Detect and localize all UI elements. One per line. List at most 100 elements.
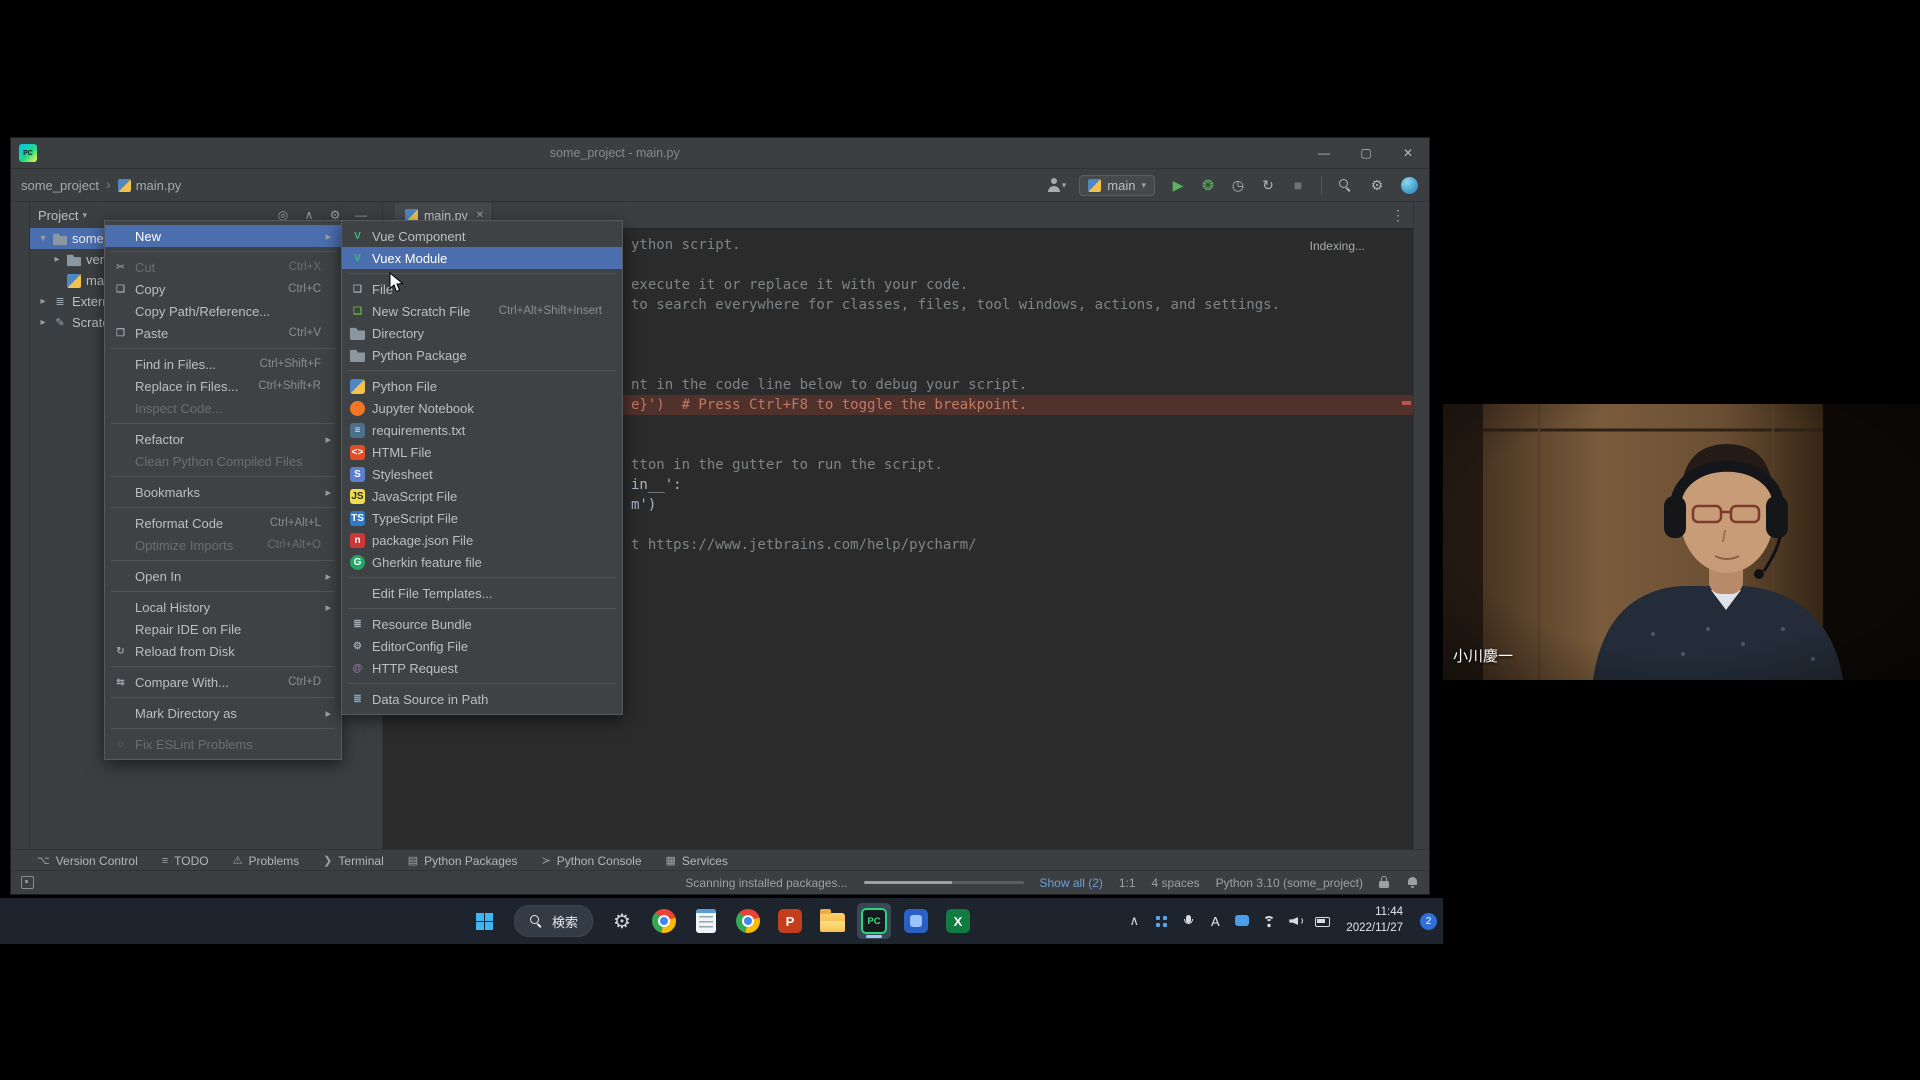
- menu-item[interactable]: [105, 662, 341, 671]
- menu-item[interactable]: ⚙ EditorConfig File: [342, 635, 622, 657]
- menu-item[interactable]: <> HTML File: [342, 441, 622, 463]
- caret-position[interactable]: 1:1: [1119, 876, 1136, 890]
- menu-item[interactable]: V Vuex Module: [342, 247, 622, 269]
- menu-item[interactable]: [105, 344, 341, 353]
- hidden-icons-icon[interactable]: ∧: [1126, 913, 1142, 929]
- taskbar-clock[interactable]: 11:44 2022/11/27: [1346, 905, 1403, 936]
- menu-item[interactable]: Python File: [342, 375, 622, 397]
- toolbar-action[interactable]: ■: [1288, 175, 1308, 195]
- menu-item[interactable]: ✂ Cut Ctrl+X: [105, 256, 341, 278]
- tool-window-button[interactable]: ≡ TODO: [162, 854, 209, 868]
- toolbar-action[interactable]: ❂: [1198, 175, 1218, 195]
- project-panel-title[interactable]: Project: [38, 208, 78, 223]
- menubar-item[interactable]: [79, 150, 93, 156]
- menu-item[interactable]: ❏ File: [342, 278, 622, 300]
- menubar-item[interactable]: [159, 150, 173, 156]
- toolbar-action[interactable]: [1335, 175, 1355, 195]
- menubar-item[interactable]: [207, 150, 221, 156]
- menu-item[interactable]: ≡ requirements.txt: [342, 419, 622, 441]
- menubar-item[interactable]: [191, 150, 205, 156]
- taskbar-app-button[interactable]: PC: [857, 903, 891, 939]
- menu-item[interactable]: [105, 419, 341, 428]
- menu-item[interactable]: [105, 556, 341, 565]
- toolbar-action[interactable]: ◷: [1228, 175, 1248, 195]
- code-with-me-button[interactable]: ▾: [1046, 175, 1066, 195]
- chevron-down-icon[interactable]: ▾: [82, 210, 87, 221]
- menu-item[interactable]: Clean Python Compiled Files: [105, 450, 341, 472]
- menu-item[interactable]: [105, 247, 341, 256]
- menu-item[interactable]: [342, 366, 622, 375]
- menu-item[interactable]: Find in Files... Ctrl+Shift+F: [105, 353, 341, 375]
- tool-window-button[interactable]: ⌥ Version Control: [37, 854, 138, 868]
- menu-item[interactable]: G Gherkin feature file: [342, 551, 622, 573]
- menu-item[interactable]: Directory: [342, 322, 622, 344]
- toolbar-action[interactable]: ↻: [1258, 175, 1278, 195]
- menu-item[interactable]: Python Package: [342, 344, 622, 366]
- menu-item[interactable]: [342, 573, 622, 582]
- menu-item[interactable]: ⇆ Compare With... Ctrl+D: [105, 671, 341, 693]
- tool-window-button[interactable]: ▦ Services: [666, 854, 728, 868]
- close-button[interactable]: ✕: [1387, 138, 1429, 167]
- menu-item[interactable]: ↻ Reload from Disk: [105, 640, 341, 662]
- menubar-item[interactable]: [63, 150, 77, 156]
- menu-item[interactable]: [105, 503, 341, 512]
- breadcrumb[interactable]: some_project: [21, 178, 99, 193]
- toolbar-action[interactable]: ▶: [1168, 175, 1188, 195]
- toolbar-action[interactable]: ⚙: [1367, 175, 1387, 195]
- volume-icon[interactable]: [1288, 913, 1304, 929]
- show-all-link[interactable]: Show all (2): [1040, 876, 1103, 890]
- taskbar-app-button[interactable]: [731, 903, 765, 939]
- menu-item[interactable]: New: [105, 225, 341, 247]
- interpreter-setting[interactable]: Python 3.10 (some_project): [1216, 876, 1363, 890]
- taskbar-app-button[interactable]: [647, 903, 681, 939]
- tool-window-button[interactable]: ⚠ Problems: [233, 854, 300, 868]
- taskbar-app-button[interactable]: X: [941, 903, 975, 939]
- menu-item[interactable]: Jupyter Notebook: [342, 397, 622, 419]
- menu-item[interactable]: [342, 269, 622, 278]
- menu-item[interactable]: ❏ New Scratch File Ctrl+Alt+Shift+Insert: [342, 300, 622, 322]
- notification-badge[interactable]: 2: [1420, 913, 1437, 930]
- menu-item[interactable]: [105, 587, 341, 596]
- menu-item[interactable]: S Stylesheet: [342, 463, 622, 485]
- menu-item[interactable]: Refactor: [105, 428, 341, 450]
- menu-item[interactable]: ◌ Fix ESLint Problems: [105, 733, 341, 755]
- microphone-icon[interactable]: [1180, 913, 1196, 929]
- tab-options-icon[interactable]: ⋮: [1391, 207, 1405, 224]
- taskbar-search[interactable]: 検索: [514, 905, 593, 937]
- menu-item[interactable]: Optimize Imports Ctrl+Alt+O: [105, 534, 341, 556]
- menubar-item[interactable]: [47, 150, 61, 156]
- app-grid-icon[interactable]: [1153, 913, 1169, 929]
- start-button[interactable]: [468, 903, 502, 939]
- menubar-item[interactable]: [175, 150, 189, 156]
- taskbar-app-button[interactable]: [899, 903, 933, 939]
- menu-item[interactable]: ❏ Copy Ctrl+C: [105, 278, 341, 300]
- menu-item[interactable]: Mark Directory as: [105, 702, 341, 724]
- run-configuration-select[interactable]: main ▾: [1079, 175, 1155, 196]
- toolbar-action[interactable]: [1399, 175, 1419, 195]
- menu-item[interactable]: Open In: [105, 565, 341, 587]
- menu-item[interactable]: @ HTTP Request: [342, 657, 622, 679]
- menu-item[interactable]: Copy Path/Reference...: [105, 300, 341, 322]
- indent-setting[interactable]: 4 spaces: [1152, 876, 1200, 890]
- menu-item[interactable]: Replace in Files... Ctrl+Shift+R: [105, 375, 341, 397]
- menu-item[interactable]: [105, 724, 341, 733]
- menu-item[interactable]: [105, 472, 341, 481]
- menubar-item[interactable]: [111, 150, 125, 156]
- menu-item[interactable]: ≣ Resource Bundle: [342, 613, 622, 635]
- maximize-button[interactable]: ▢: [1345, 138, 1387, 167]
- menu-item[interactable]: Reformat Code Ctrl+Alt+L: [105, 512, 341, 534]
- breadcrumb[interactable]: main.py: [118, 178, 182, 193]
- lock-icon[interactable]: [1379, 876, 1391, 889]
- menu-item[interactable]: Inspect Code...: [105, 397, 341, 419]
- menubar-item[interactable]: [127, 150, 141, 156]
- menubar-item[interactable]: [95, 150, 109, 156]
- ime-icon[interactable]: A: [1207, 913, 1223, 929]
- menu-item[interactable]: ❐ Paste Ctrl+V: [105, 322, 341, 344]
- menu-item[interactable]: V Vue Component: [342, 225, 622, 247]
- tool-window-button[interactable]: ❯ Terminal: [323, 854, 384, 868]
- menu-item[interactable]: ≣ Data Source in Path: [342, 688, 622, 710]
- taskbar-app-button[interactable]: [815, 903, 849, 939]
- menu-item[interactable]: [105, 693, 341, 702]
- tool-window-button[interactable]: ▤ Python Packages: [408, 854, 518, 868]
- menu-item[interactable]: n package.json File: [342, 529, 622, 551]
